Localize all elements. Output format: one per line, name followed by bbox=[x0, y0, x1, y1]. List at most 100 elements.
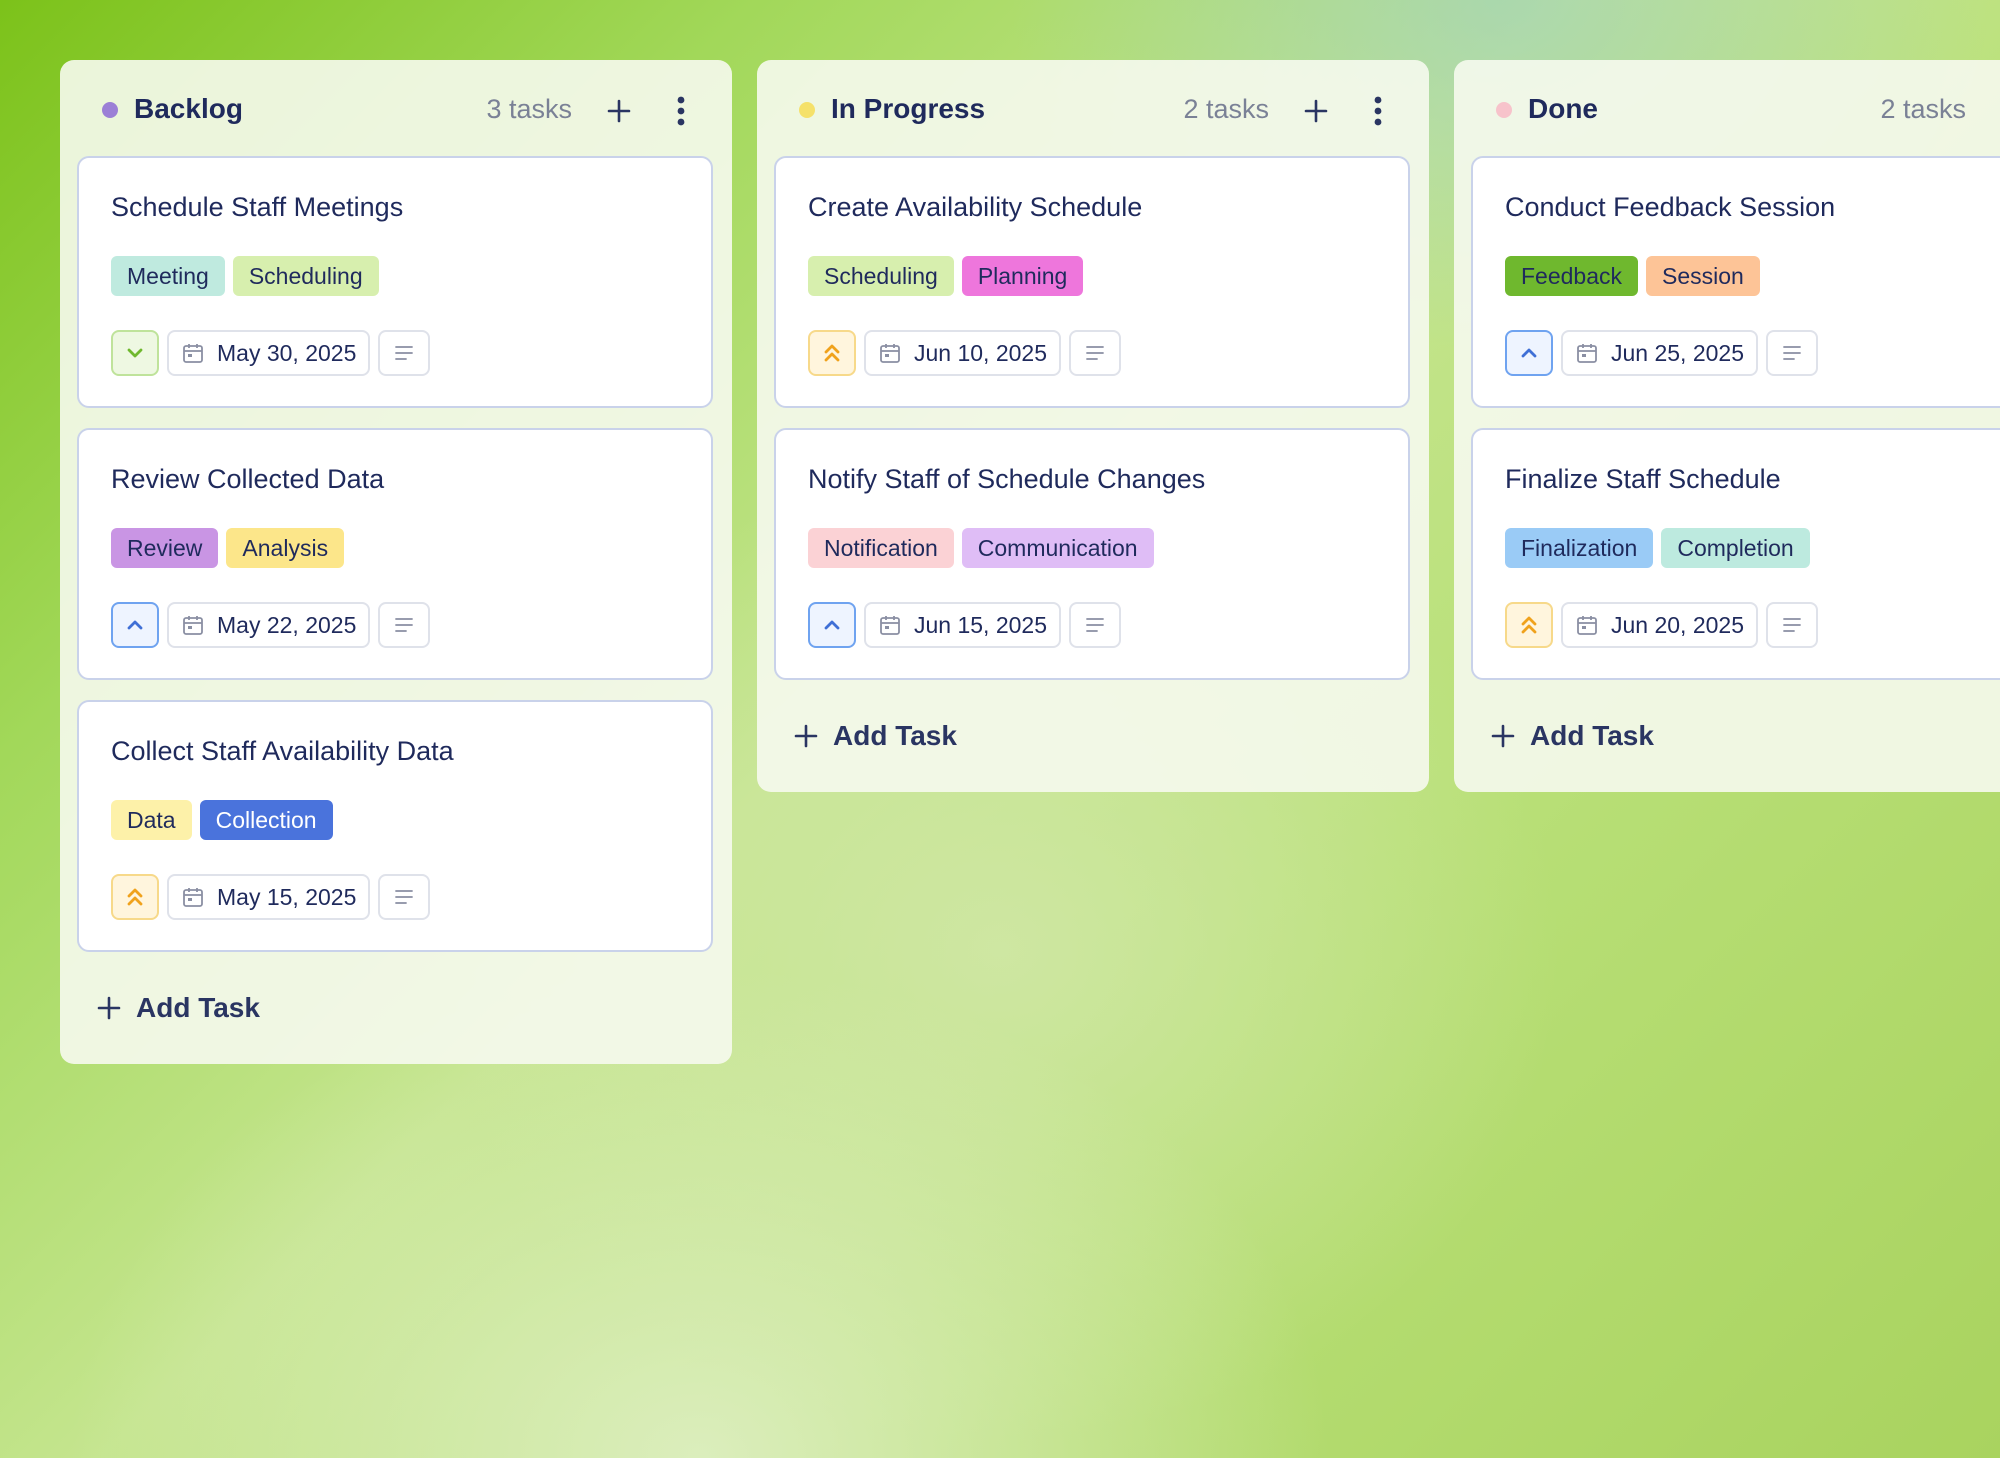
more-options-icon[interactable] bbox=[1357, 90, 1399, 132]
column-title: Done bbox=[1528, 93, 1598, 124]
description-icon[interactable] bbox=[378, 330, 431, 376]
column-backlog: Backlog 3 tasks Schedule Staff Meetings Mee… bbox=[60, 60, 732, 1064]
calendar-icon bbox=[181, 885, 205, 909]
column-title: Backlog bbox=[134, 93, 243, 124]
due-date-text: May 22, 2025 bbox=[217, 611, 357, 638]
due-date-chip[interactable]: May 30, 2025 bbox=[167, 330, 371, 376]
task-meta: May 22, 2025 bbox=[111, 602, 431, 648]
tag-badge[interactable]: Analysis bbox=[226, 528, 345, 568]
calendar-icon bbox=[878, 341, 902, 365]
tag-badge[interactable]: Finalization bbox=[1505, 528, 1654, 568]
tag-list: Finalization Completion bbox=[1505, 528, 1810, 568]
column-header: In Progress 2 tasks bbox=[757, 60, 1429, 156]
double-chevron-up-icon[interactable] bbox=[808, 330, 856, 376]
tag-list: Meeting Scheduling bbox=[111, 256, 379, 296]
task-card[interactable]: Review Collected Data Review Analysis May 2… bbox=[77, 428, 713, 680]
description-icon[interactable] bbox=[1069, 330, 1122, 376]
task-title: Review Collected Data bbox=[111, 464, 385, 494]
calendar-icon bbox=[181, 613, 205, 637]
due-date-text: Jun 10, 2025 bbox=[914, 339, 1048, 366]
tag-badge[interactable]: Communication bbox=[961, 528, 1154, 568]
task-card[interactable]: Finalize Staff Schedule Finalization Compl… bbox=[1471, 428, 2000, 680]
add-task-label: Add Task bbox=[136, 992, 260, 1023]
description-icon[interactable] bbox=[378, 874, 431, 920]
add-task-label: Add Task bbox=[833, 720, 957, 751]
tag-list: Feedback Session bbox=[1505, 256, 1760, 296]
add-task-icon[interactable] bbox=[1295, 90, 1337, 132]
calendar-icon bbox=[181, 341, 205, 365]
column-title: In Progress bbox=[831, 93, 986, 124]
task-count: 3 tasks bbox=[486, 94, 572, 124]
calendar-icon bbox=[878, 613, 902, 637]
chevron-up-icon[interactable] bbox=[808, 602, 856, 648]
tag-badge[interactable]: Session bbox=[1646, 256, 1760, 296]
description-icon[interactable] bbox=[1069, 602, 1122, 648]
double-chevron-up-icon[interactable] bbox=[1505, 602, 1553, 648]
plus-icon bbox=[96, 995, 122, 1021]
status-dot bbox=[799, 102, 815, 118]
due-date-text: May 15, 2025 bbox=[217, 883, 357, 910]
add-task-button[interactable]: Add Task bbox=[793, 716, 957, 756]
due-date-chip[interactable]: May 22, 2025 bbox=[167, 602, 371, 648]
tag-badge[interactable]: Data bbox=[111, 800, 192, 840]
due-date-chip[interactable]: Jun 10, 2025 bbox=[864, 330, 1062, 376]
tag-badge[interactable]: Feedback bbox=[1505, 256, 1639, 296]
tag-badge[interactable]: Notification bbox=[808, 528, 954, 568]
due-date-text: Jun 25, 2025 bbox=[1611, 339, 1745, 366]
task-count: 2 tasks bbox=[1880, 94, 1966, 124]
task-title: Schedule Staff Meetings bbox=[111, 192, 404, 222]
task-meta: May 30, 2025 bbox=[111, 330, 431, 376]
chevron-up-icon[interactable] bbox=[111, 602, 159, 648]
task-meta: May 15, 2025 bbox=[111, 874, 431, 920]
due-date-text: Jun 15, 2025 bbox=[914, 611, 1048, 638]
task-title: Collect Staff Availability Data bbox=[111, 736, 454, 766]
more-options-icon[interactable] bbox=[660, 90, 702, 132]
due-date-chip[interactable]: Jun 25, 2025 bbox=[1561, 330, 1759, 376]
tag-badge[interactable]: Planning bbox=[961, 256, 1084, 296]
tag-badge[interactable]: Meeting bbox=[111, 256, 225, 296]
tag-badge[interactable]: Review bbox=[111, 528, 219, 568]
calendar-icon bbox=[1575, 613, 1599, 637]
status-dot bbox=[1496, 102, 1512, 118]
due-date-chip[interactable]: Jun 15, 2025 bbox=[864, 602, 1062, 648]
task-count: 2 tasks bbox=[1183, 94, 1269, 124]
task-card[interactable]: Collect Staff Availability Data Data Colle… bbox=[77, 700, 713, 952]
column-done: Done 2 tasks Conduct Feedback Session Feedb… bbox=[1454, 60, 2000, 792]
add-task-button[interactable]: Add Task bbox=[96, 988, 260, 1028]
tag-list: Notification Communication bbox=[808, 528, 1154, 568]
task-title: Finalize Staff Schedule bbox=[1505, 464, 1781, 494]
kanban-board: Backlog 3 tasks Schedule Staff Meetings Mee… bbox=[0, 0, 2000, 1458]
task-card[interactable]: Schedule Staff Meetings Meeting Scheduling… bbox=[77, 156, 713, 408]
tag-list: Data Collection bbox=[111, 800, 333, 840]
column-header: Done 2 tasks bbox=[1454, 60, 2000, 156]
tag-list: Review Analysis bbox=[111, 528, 345, 568]
due-date-chip[interactable]: Jun 20, 2025 bbox=[1561, 602, 1759, 648]
task-meta: Jun 20, 2025 bbox=[1505, 602, 1819, 648]
description-icon[interactable] bbox=[378, 602, 431, 648]
tag-badge[interactable]: Scheduling bbox=[232, 256, 379, 296]
tag-badge[interactable]: Completion bbox=[1661, 528, 1810, 568]
chevron-down-icon[interactable] bbox=[111, 330, 159, 376]
task-title: Create Availability Schedule bbox=[808, 192, 1143, 222]
plus-icon bbox=[1490, 723, 1516, 749]
task-card[interactable]: Conduct Feedback Session Feedback Session J… bbox=[1471, 156, 2000, 408]
column-in-progress: In Progress 2 tasks Create Availability Sc… bbox=[757, 60, 1429, 792]
double-chevron-up-icon[interactable] bbox=[111, 874, 159, 920]
add-task-label: Add Task bbox=[1530, 720, 1654, 751]
task-title: Notify Staff of Schedule Changes bbox=[808, 464, 1206, 494]
task-meta: Jun 25, 2025 bbox=[1505, 330, 1819, 376]
add-task-button[interactable]: Add Task bbox=[1490, 716, 1654, 756]
chevron-up-icon[interactable] bbox=[1505, 330, 1553, 376]
task-card[interactable]: Notify Staff of Schedule Changes Notifica… bbox=[774, 428, 1410, 680]
description-icon[interactable] bbox=[1766, 602, 1819, 648]
due-date-chip[interactable]: May 15, 2025 bbox=[167, 874, 371, 920]
tag-badge[interactable]: Collection bbox=[199, 800, 333, 840]
task-card[interactable]: Create Availability Schedule Scheduling Pl… bbox=[774, 156, 1410, 408]
tag-badge[interactable]: Scheduling bbox=[808, 256, 954, 296]
status-dot bbox=[102, 102, 118, 118]
description-icon[interactable] bbox=[1766, 330, 1819, 376]
add-task-icon[interactable] bbox=[1992, 90, 2000, 132]
add-task-icon[interactable] bbox=[598, 90, 640, 132]
plus-icon bbox=[793, 723, 819, 749]
tag-list: Scheduling Planning bbox=[808, 256, 1084, 296]
